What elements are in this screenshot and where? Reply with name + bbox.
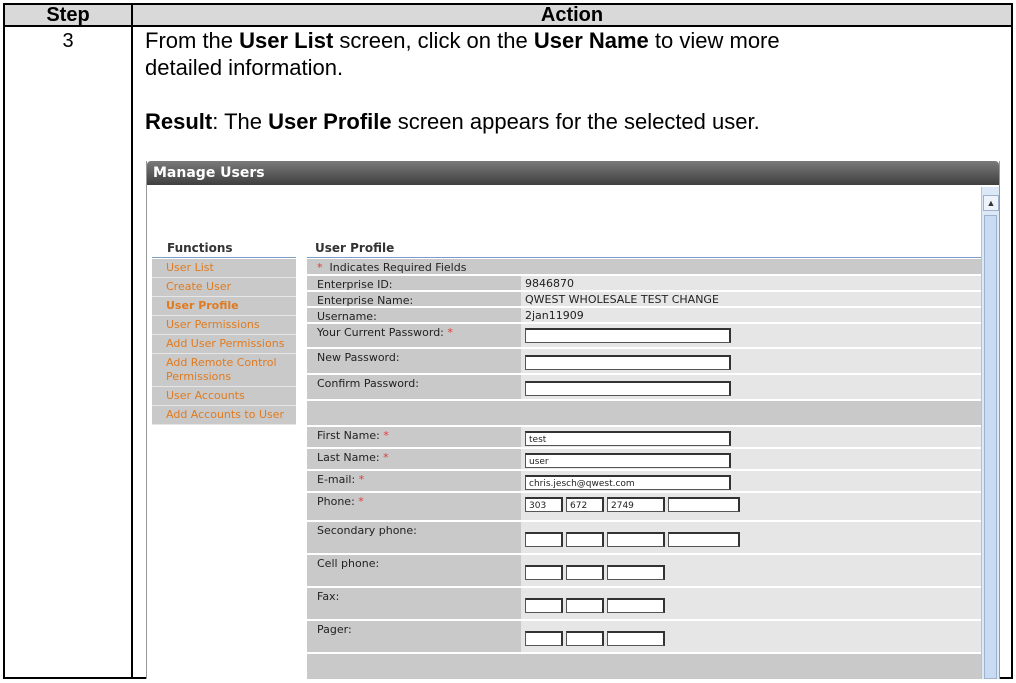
last-name-row: Last Name: * user — [307, 449, 981, 471]
first-name-input[interactable]: test — [525, 431, 731, 446]
pager-line-input[interactable] — [607, 631, 665, 646]
enterprise-id-value: 9846870 — [525, 277, 574, 290]
required-marker: * — [383, 451, 389, 464]
new-password-row: New Password: — [307, 349, 981, 375]
cell-phone-line-input[interactable] — [607, 565, 665, 580]
cell-phone-label: Cell phone: — [307, 555, 521, 586]
secondary-phone-area-input[interactable] — [525, 532, 563, 547]
fn-add-remote-control-permissions[interactable]: Add Remote Control Permissions — [152, 354, 296, 387]
fax-prefix-input[interactable] — [566, 598, 604, 613]
first-name-row: First Name: * test — [307, 427, 981, 449]
fn-user-list[interactable]: User List — [152, 259, 296, 278]
required-note: Indicates Required Fields — [329, 261, 467, 274]
secondary-phone-ext-input[interactable] — [668, 532, 740, 547]
header-action: Action — [540, 4, 604, 26]
new-password-label: New Password: — [307, 349, 521, 373]
fax-row: Fax: — [307, 588, 981, 621]
action-text: From the User List screen, click on the … — [145, 27, 995, 135]
confirm-password-input[interactable] — [525, 381, 731, 396]
phone-label: Phone: — [317, 495, 355, 508]
current-password-label: Your Current Password: — [317, 326, 444, 339]
username-row: Username: 2jan11909 — [307, 308, 981, 324]
enterprise-name-row: Enterprise Name: QWEST WHOLESALE TEST CH… — [307, 292, 981, 308]
instruction-line-1: From the User List screen, click on the … — [145, 28, 780, 53]
functions-heading: Functions — [167, 241, 233, 255]
table-header-row: Step Action — [5, 5, 1011, 27]
secondary-phone-prefix-input[interactable] — [566, 532, 604, 547]
fax-line-input[interactable] — [607, 598, 665, 613]
cell-phone-area-input[interactable] — [525, 565, 563, 580]
fax-area-input[interactable] — [525, 598, 563, 613]
confirm-password-label: Confirm Password: — [307, 375, 521, 399]
phone-row: Phone: * 303 672 2749 — [307, 493, 981, 522]
required-marker: * — [317, 261, 323, 274]
secondary-phone-line-input[interactable] — [607, 532, 665, 547]
instruction-line-2: detailed information. — [145, 55, 344, 80]
fax-label: Fax: — [307, 588, 521, 619]
user-profile-form: * Indicates Required Fields Enterprise I… — [307, 259, 981, 679]
fn-create-user[interactable]: Create User — [152, 278, 296, 297]
username-label: Username: — [307, 308, 521, 323]
pager-prefix-input[interactable] — [566, 631, 604, 646]
email-label: E-mail: — [317, 473, 356, 486]
first-name-label: First Name: — [317, 429, 380, 442]
current-password-row: Your Current Password: * — [307, 324, 981, 349]
manage-users-screenshot: Manage Users Functions User List Create … — [146, 161, 1000, 679]
required-marker: * — [358, 495, 364, 508]
header-step: Step — [46, 4, 90, 26]
fn-add-accounts-to-user[interactable]: Add Accounts to User — [152, 406, 296, 425]
phone-area-input[interactable]: 303 — [525, 497, 563, 512]
phone-ext-input[interactable] — [668, 497, 740, 512]
scroll-thumb[interactable] — [984, 215, 997, 679]
required-marker: * — [447, 326, 453, 339]
email-row: E-mail: * chris.jesch@qwest.com — [307, 471, 981, 493]
secondary-phone-label: Secondary phone: — [307, 522, 521, 553]
step-number: 3 — [62, 30, 74, 52]
enterprise-id-label: Enterprise ID: — [307, 276, 521, 291]
fn-add-user-permissions[interactable]: Add User Permissions — [152, 335, 296, 354]
last-name-label: Last Name: — [317, 451, 380, 464]
result-line: Result: The User Profile screen appears … — [145, 109, 760, 134]
fn-user-profile[interactable]: User Profile — [152, 297, 296, 316]
last-name-input[interactable]: user — [525, 453, 731, 468]
user-profile-heading: User Profile — [315, 241, 395, 255]
window-title: Manage Users — [147, 161, 999, 185]
bottom-spacer — [307, 654, 981, 679]
enterprise-name-label: Enterprise Name: — [307, 292, 521, 307]
email-input[interactable]: chris.jesch@qwest.com — [525, 475, 731, 490]
pager-area-input[interactable] — [525, 631, 563, 646]
cell-phone-prefix-input[interactable] — [566, 565, 604, 580]
vertical-scrollbar[interactable]: ▲ — [981, 187, 999, 679]
section-spacer — [307, 401, 981, 427]
enterprise-name-value: QWEST WHOLESALE TEST CHANGE — [525, 293, 719, 306]
fn-user-accounts[interactable]: User Accounts — [152, 387, 296, 406]
enterprise-id-row: Enterprise ID: 9846870 — [307, 276, 981, 292]
functions-list: User List Create User User Profile User … — [152, 259, 296, 425]
phone-line-input[interactable]: 2749 — [607, 497, 665, 512]
window-body: Functions User List Create User User Pro… — [147, 185, 981, 679]
pager-row: Pager: — [307, 621, 981, 654]
user-profile-divider — [307, 257, 981, 258]
column-divider — [131, 5, 133, 677]
required-marker: * — [383, 429, 389, 442]
cell-phone-row: Cell phone: — [307, 555, 981, 588]
required-note-row: * Indicates Required Fields — [307, 259, 981, 276]
fn-user-permissions[interactable]: User Permissions — [152, 316, 296, 335]
scroll-up-arrow-icon[interactable]: ▲ — [983, 195, 999, 211]
secondary-phone-row: Secondary phone: — [307, 522, 981, 555]
phone-prefix-input[interactable]: 672 — [566, 497, 604, 512]
confirm-password-row: Confirm Password: — [307, 375, 981, 401]
current-password-input[interactable] — [525, 328, 731, 343]
functions-divider — [152, 257, 296, 258]
pager-label: Pager: — [307, 621, 521, 652]
username-value: 2jan11909 — [525, 309, 584, 322]
required-marker: * — [358, 473, 365, 486]
new-password-input[interactable] — [525, 355, 731, 370]
